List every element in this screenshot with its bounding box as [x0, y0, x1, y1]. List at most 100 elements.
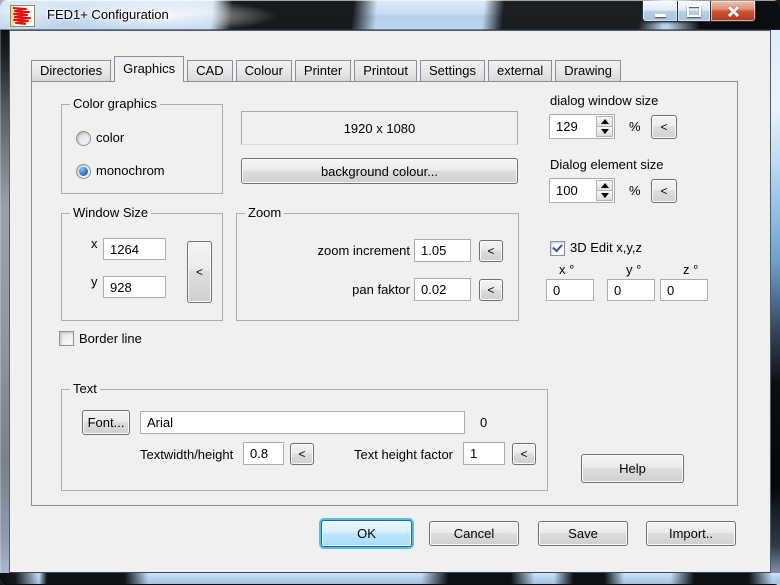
- edit-3d-checkbox[interactable]: [550, 241, 565, 256]
- down-arrow-icon: [601, 129, 609, 134]
- window-size-y-input[interactable]: [103, 276, 166, 298]
- left-arrow-icon: <: [487, 244, 494, 258]
- left-arrow-icon: <: [487, 283, 494, 297]
- save-button-label: Save: [568, 526, 598, 541]
- import-button[interactable]: Import..: [646, 521, 736, 546]
- up-arrow-icon: [601, 119, 609, 124]
- window-size-legend: Window Size: [70, 205, 151, 221]
- dialog-window-size-unit: %: [629, 119, 641, 134]
- help-button-label: Help: [619, 461, 646, 476]
- down-arrow-icon: [601, 193, 609, 198]
- tab-cad[interactable]: CAD: [187, 60, 232, 82]
- window-title: FED1+ Configuration: [47, 0, 169, 30]
- dialog-element-size-label: Dialog element size: [550, 157, 663, 172]
- dialog-element-size-input[interactable]: [550, 179, 601, 202]
- tab-directories[interactable]: Directories: [31, 60, 111, 82]
- font-button-label: Font...: [88, 415, 125, 430]
- app-icon-spring: [10, 5, 35, 27]
- text-legend: Text: [70, 381, 100, 397]
- axis-y-input[interactable]: [607, 279, 655, 301]
- pan-factor-input[interactable]: [414, 278, 471, 301]
- textwidth-input[interactable]: [243, 442, 284, 465]
- spin-down-button[interactable]: [596, 127, 613, 137]
- window-size-y-label: y: [91, 274, 98, 289]
- desktop-background: FED1+ Configuration Directories: [0, 0, 780, 585]
- tab-drawing[interactable]: Drawing: [555, 60, 621, 82]
- color-graphics-group: Color graphics: [61, 104, 223, 194]
- save-button[interactable]: Save: [538, 521, 628, 546]
- left-arrow-icon: <: [660, 120, 667, 134]
- dialog-window-size-label: dialog window size: [550, 93, 658, 108]
- dialog-window-size-input[interactable]: [550, 115, 601, 138]
- background-colour-button-label: background colour...: [321, 164, 438, 179]
- tab-graphics[interactable]: Graphics: [114, 56, 184, 82]
- help-button[interactable]: Help: [581, 454, 684, 483]
- textwidth-label: Textwidth/height: [140, 447, 233, 462]
- left-arrow-icon: <: [196, 265, 203, 279]
- zoom-increment-adjust-button[interactable]: <: [479, 240, 503, 262]
- minimize-icon: [655, 14, 666, 17]
- spin-buttons: [596, 116, 613, 137]
- background-colour-button[interactable]: background colour...: [241, 158, 518, 184]
- window-size-adjust-button[interactable]: <: [187, 241, 212, 303]
- pan-factor-label: pan faktor: [247, 282, 410, 297]
- dialog-window-size-adjust-button[interactable]: <: [651, 115, 677, 139]
- tab-printout[interactable]: Printout: [354, 60, 417, 82]
- ok-button-label: OK: [357, 526, 376, 541]
- maximize-button[interactable]: [678, 1, 711, 22]
- color-graphics-legend: Color graphics: [70, 96, 160, 112]
- minimize-button[interactable]: [642, 1, 678, 22]
- import-button-label: Import..: [669, 526, 713, 541]
- left-arrow-icon: <: [660, 184, 667, 198]
- spin-buttons: [596, 180, 613, 201]
- window-frame-left: [0, 30, 9, 585]
- left-arrow-icon: <: [298, 447, 305, 461]
- dialog-window-size-spinner: [549, 114, 615, 139]
- screen-resolution-readout: 1920 x 1080: [241, 111, 518, 145]
- tab-printer[interactable]: Printer: [295, 60, 351, 82]
- dialog-element-size-unit: %: [629, 183, 641, 198]
- axis-y-label: y °: [626, 262, 641, 277]
- textheight-label: Text height factor: [354, 447, 453, 462]
- ok-button[interactable]: OK: [321, 520, 412, 547]
- zoom-legend: Zoom: [245, 205, 284, 221]
- textheight-input[interactable]: [463, 442, 505, 465]
- font-name-input[interactable]: [140, 411, 465, 434]
- zoom-increment-input[interactable]: [414, 239, 471, 262]
- titlebar[interactable]: FED1+ Configuration: [0, 0, 780, 30]
- window-frame-bottom: [0, 573, 780, 585]
- tab-settings[interactable]: Settings: [420, 60, 485, 82]
- color-radio-label: color: [96, 130, 124, 145]
- spin-down-button[interactable]: [596, 191, 613, 201]
- maximize-icon: [687, 5, 701, 17]
- monochrom-radio[interactable]: [76, 164, 91, 179]
- monochrom-radio-label: monochrom: [96, 163, 165, 178]
- window-size-x-input[interactable]: [103, 238, 166, 260]
- zoom-group: Zoom zoom increment < pan faktor <: [236, 213, 519, 321]
- tab-bar: Directories Graphics CAD Colour Printer …: [31, 56, 621, 82]
- tab-external[interactable]: external: [488, 60, 552, 82]
- spin-up-button[interactable]: [596, 116, 613, 127]
- textwidth-adjust-button[interactable]: <: [290, 443, 314, 465]
- edit-3d-label: 3D Edit x,y,z: [570, 240, 642, 255]
- textheight-adjust-button[interactable]: <: [512, 443, 536, 465]
- window-size-x-label: x: [91, 236, 98, 251]
- dialog-element-size-adjust-button[interactable]: <: [651, 179, 677, 203]
- border-line-checkbox[interactable]: [59, 331, 74, 346]
- axis-z-label: z °: [683, 262, 698, 277]
- axis-x-label: x °: [559, 262, 574, 277]
- axis-z-input[interactable]: [660, 279, 708, 301]
- color-radio[interactable]: [76, 131, 91, 146]
- window-size-group: Window Size x y <: [61, 213, 223, 321]
- pan-factor-adjust-button[interactable]: <: [479, 279, 503, 301]
- left-arrow-icon: <: [520, 447, 527, 461]
- font-button[interactable]: Font...: [82, 410, 130, 435]
- dialog-window: FED1+ Configuration Directories: [0, 0, 780, 585]
- tab-colour[interactable]: Colour: [236, 60, 292, 82]
- spin-up-button[interactable]: [596, 180, 613, 191]
- axis-x-input[interactable]: [546, 279, 594, 301]
- font-number-label: 0: [480, 415, 487, 430]
- cancel-button[interactable]: Cancel: [429, 521, 519, 546]
- close-button[interactable]: [711, 1, 756, 22]
- cancel-button-label: Cancel: [454, 526, 494, 541]
